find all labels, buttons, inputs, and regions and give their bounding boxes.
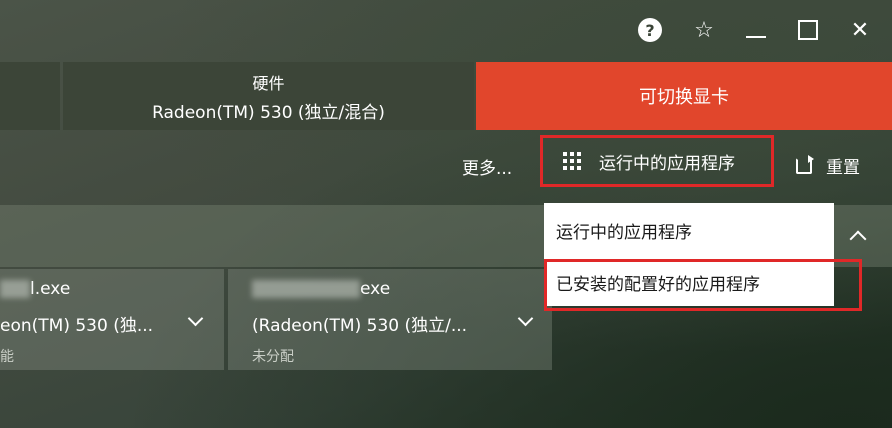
chevron-up-icon: [849, 230, 867, 248]
redacted-name: [252, 280, 360, 298]
chevron-down-icon[interactable]: [517, 310, 534, 327]
minimize-button[interactable]: [740, 14, 772, 46]
tab-partial[interactable]: [0, 62, 60, 130]
running-apps-button[interactable]: 运行中的应用程序: [540, 135, 774, 187]
redacted-name: [0, 280, 30, 298]
app-gpu: eon(TM) 530 (独...: [0, 316, 154, 336]
favorite-button[interactable]: ☆: [688, 14, 720, 46]
reset-icon: [796, 154, 814, 174]
app-card[interactable]: exe (Radeon(TM) 530 (独立/... 未分配: [228, 269, 552, 370]
title-bar: ? ☆ ✕: [0, 0, 892, 62]
tab-hardware-title: 硬件: [252, 73, 285, 93]
reset-button[interactable]: 重置: [796, 153, 860, 178]
tab-hardware[interactable]: 硬件 Radeon(TM) 530 (独立/混合): [63, 62, 474, 130]
close-icon: ✕: [850, 17, 870, 43]
help-button[interactable]: ?: [634, 14, 666, 46]
collapse-button[interactable]: [836, 205, 880, 267]
app-name: l.exe: [0, 279, 70, 299]
app-status: 能: [0, 349, 14, 365]
chevron-down-icon[interactable]: [187, 310, 204, 327]
highlight-annotation: [544, 259, 862, 311]
star-icon: ☆: [694, 17, 714, 43]
menu-item-running-apps[interactable]: 运行中的应用程序: [544, 205, 834, 255]
help-icon: ?: [638, 18, 662, 42]
tab-strip: 硬件 Radeon(TM) 530 (独立/混合) 可切换显卡: [0, 62, 892, 130]
maximize-button[interactable]: [792, 14, 824, 46]
app-name: exe: [252, 279, 390, 299]
tab-switchable-graphics[interactable]: 可切换显卡: [476, 62, 892, 130]
reset-label: 重置: [826, 158, 860, 178]
tab-hardware-value: Radeon(TM) 530 (独立/混合): [152, 102, 385, 123]
app-gpu: (Radeon(TM) 530 (独立/...: [252, 316, 468, 336]
app-card[interactable]: l.exe eon(TM) 530 (独... 能: [0, 269, 224, 370]
more-button[interactable]: 更多...: [462, 154, 512, 179]
grid-icon: [563, 152, 581, 170]
minimize-icon: [746, 36, 766, 38]
running-apps-label: 运行中的应用程序: [599, 153, 735, 174]
app-status: 未分配: [252, 349, 294, 365]
tab-switchable-label: 可切换显卡: [639, 87, 729, 108]
maximize-icon: [798, 20, 818, 40]
close-button[interactable]: ✕: [844, 14, 876, 46]
